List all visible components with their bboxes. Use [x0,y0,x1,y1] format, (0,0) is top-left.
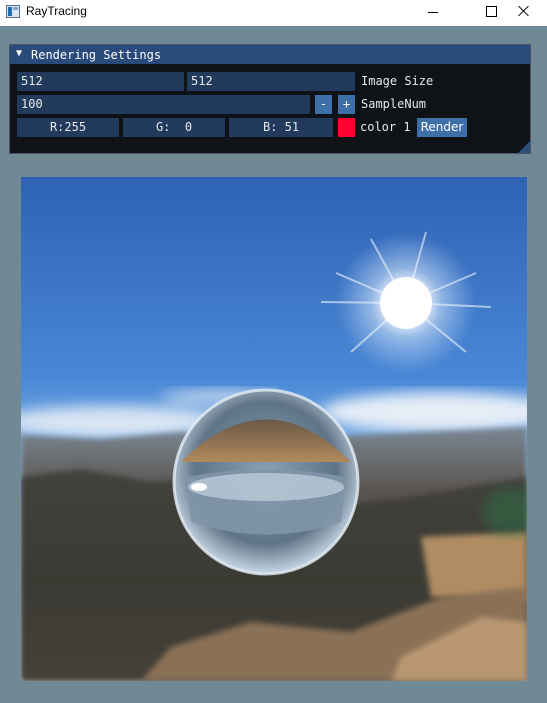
close-button[interactable] [501,0,547,26]
color-label: color 1 [360,120,411,134]
collapse-arrow-icon[interactable]: ▼ [16,48,22,59]
render-button[interactable]: Render [417,118,467,137]
resize-grip-icon[interactable] [518,141,530,153]
panel-header[interactable]: ▼ Rendering Settings [10,45,530,64]
color-g-input[interactable]: G: 0 [123,118,225,137]
render-image [21,177,527,681]
minimize-button[interactable] [410,0,456,26]
app-window: RayTracing ▼ Rendering Settings 512 512 … [0,0,547,703]
sample-num-input[interactable]: 100 [17,95,310,114]
image-width-input[interactable]: 512 [17,72,184,91]
title-bar[interactable]: RayTracing [0,0,547,26]
panel-title: Rendering Settings [31,48,162,62]
color-swatch[interactable] [338,118,355,137]
image-size-label: Image Size [361,74,434,88]
rendering-settings-panel: ▼ Rendering Settings 512 512 Image Size … [9,44,531,154]
sample-num-label: SampleNum [361,97,427,111]
decrement-button[interactable]: - [315,95,332,114]
client-area: ▼ Rendering Settings 512 512 Image Size … [0,26,547,703]
color-b-input[interactable]: B: 51 [229,118,333,137]
increment-button[interactable]: + [338,95,355,114]
color-r-input[interactable]: R:255 [17,118,119,137]
app-icon [6,5,20,18]
image-height-input[interactable]: 512 [187,72,355,91]
window-title: RayTracing [26,4,87,18]
rendered-scene [21,177,527,681]
